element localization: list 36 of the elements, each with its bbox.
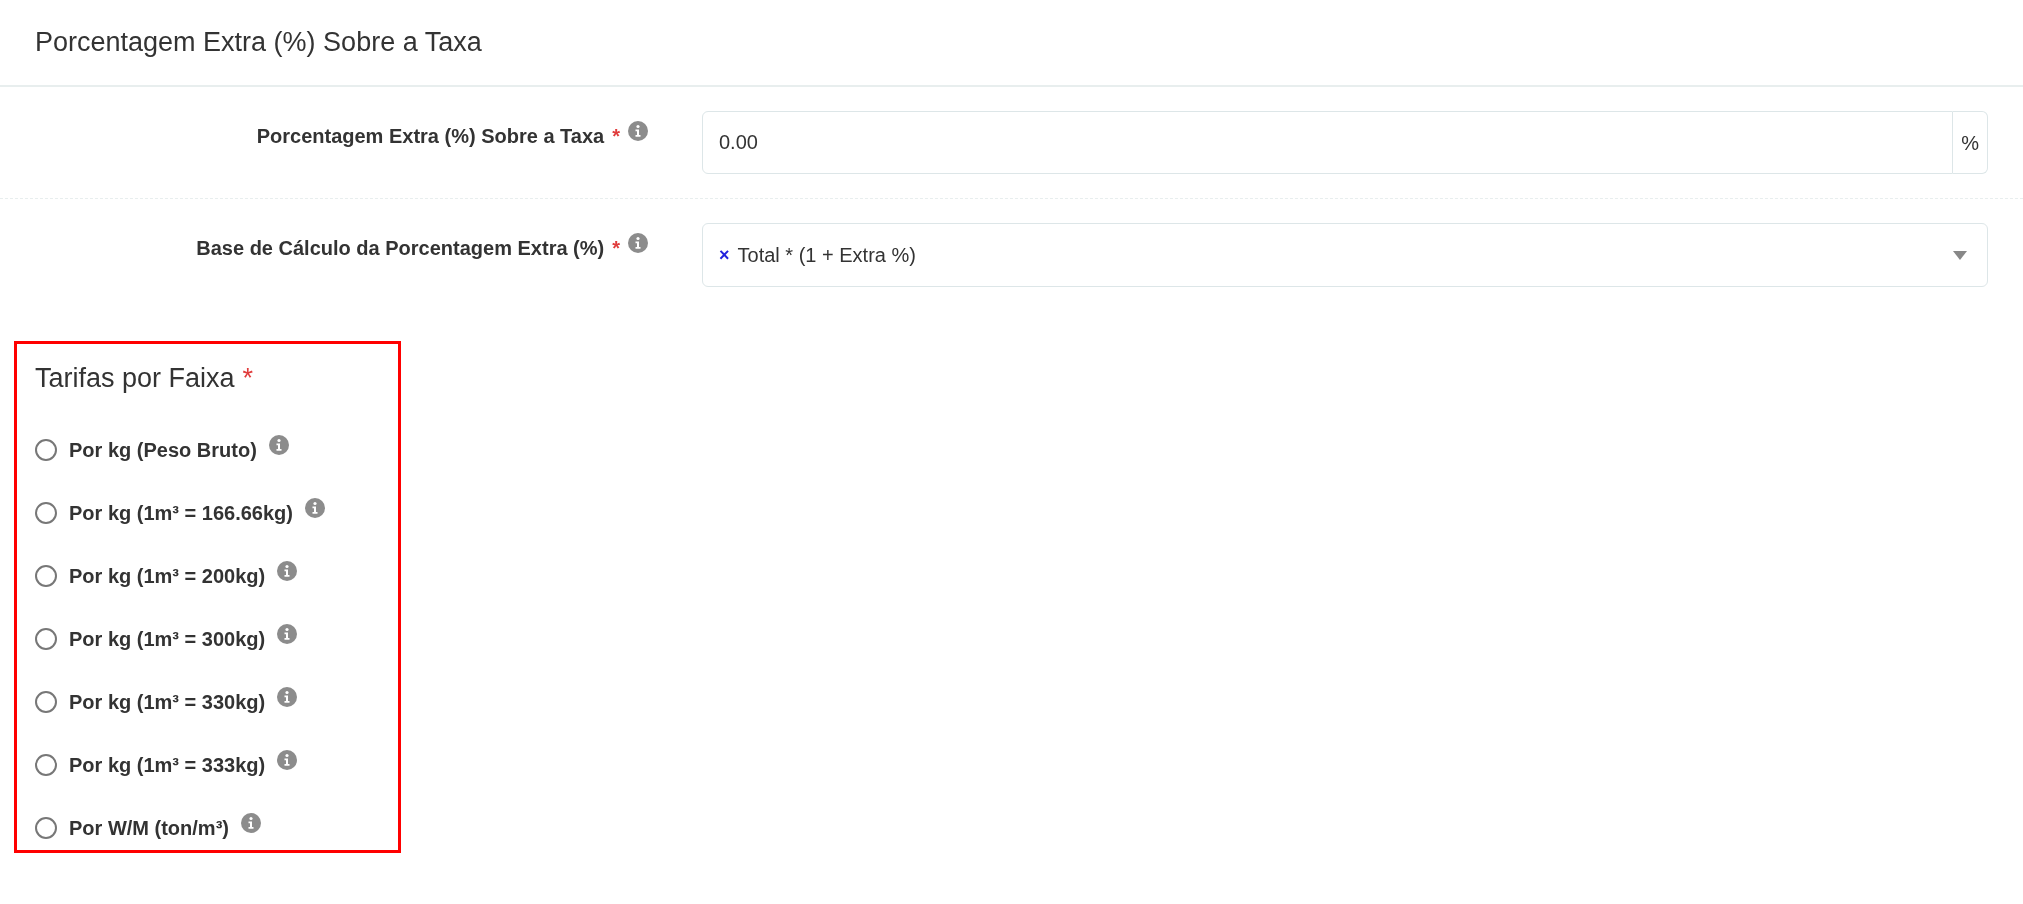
info-icon[interactable] — [305, 497, 325, 518]
radio-label[interactable]: Por kg (Peso Bruto) — [69, 434, 257, 465]
dropdown-caret-icon[interactable] — [1953, 250, 1967, 260]
percentage-input[interactable]: 0.00 — [702, 111, 1954, 174]
selected-tag: Total * (1 + Extra %) — [737, 240, 916, 270]
radio-label[interactable]: Por kg (1m³ = 300kg) — [69, 623, 266, 654]
radio-label[interactable]: Por kg (1m³ = 330kg) — [69, 686, 266, 717]
required-asterisk: * — [612, 124, 620, 149]
radio-label[interactable]: Por kg (1m³ = 166.66kg) — [69, 497, 293, 528]
field-label: Porcentagem Extra (%) Sobre a Taxa — [256, 124, 605, 149]
radio-button[interactable] — [35, 690, 57, 713]
radio-button[interactable] — [35, 816, 57, 839]
calculation-base-select[interactable]: × Total * (1 + Extra %) — [702, 223, 1988, 287]
radio-button[interactable] — [35, 501, 57, 524]
info-icon[interactable] — [268, 434, 289, 455]
info-icon[interactable] — [628, 121, 648, 141]
required-asterisk: * — [612, 236, 620, 261]
section-title: Porcentagem Extra (%) Sobre a Taxa — [35, 26, 482, 60]
field-label: Base de Cálculo da Porcentagem Extra (%) — [196, 236, 605, 261]
info-icon[interactable] — [277, 686, 298, 707]
percent-suffix: % — [1953, 111, 1988, 174]
info-icon[interactable] — [628, 233, 648, 253]
radio-button[interactable] — [35, 438, 57, 461]
radio-button[interactable] — [35, 564, 57, 587]
group-title: Tarifas por Faixa — [35, 362, 235, 395]
info-icon[interactable] — [277, 749, 298, 770]
info-icon[interactable] — [240, 812, 261, 833]
radio-label[interactable]: Por kg (1m³ = 333kg) — [69, 749, 266, 780]
radio-button[interactable] — [35, 753, 57, 776]
radio-label[interactable]: Por kg (1m³ = 200kg) — [69, 560, 266, 591]
required-asterisk: * — [242, 362, 254, 395]
radio-button[interactable] — [35, 627, 57, 650]
info-icon[interactable] — [277, 623, 298, 644]
radio-label[interactable]: Por W/M (ton/m³) — [69, 812, 229, 843]
info-icon[interactable] — [277, 560, 298, 581]
remove-tag-button[interactable]: × — [719, 241, 730, 269]
